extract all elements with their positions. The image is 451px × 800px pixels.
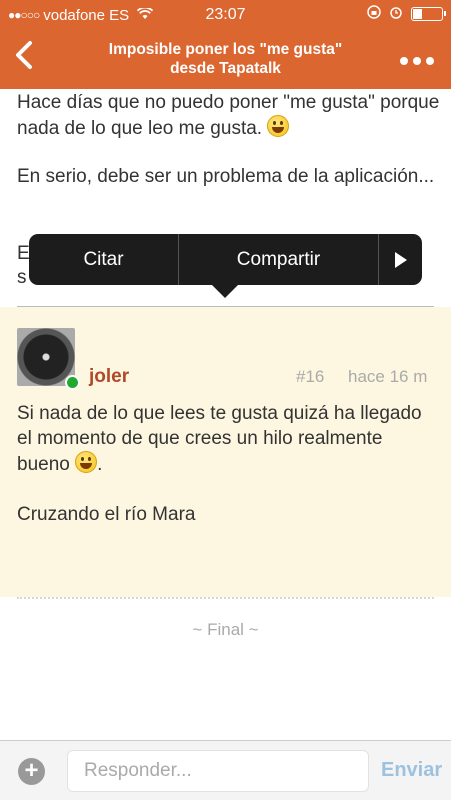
post-body-end: . (97, 454, 103, 475)
reply-bar: + Enviar (0, 740, 451, 800)
thread-title-line2: desde Tapatalk (170, 60, 281, 77)
quote-menu-item[interactable]: Citar (29, 234, 179, 285)
battery-icon (411, 6, 446, 21)
send-button[interactable]: Enviar (381, 759, 442, 782)
post-time: hace 16 m (348, 367, 428, 386)
context-menu: Citar Compartir (29, 234, 422, 285)
grin-emoji-icon (267, 115, 290, 137)
post-body: Si nada de lo que lees te gusta quizá ha… (17, 401, 436, 552)
previous-post-partial-line1: E (17, 243, 30, 264)
grin-emoji-icon (75, 451, 98, 473)
thread-end-label: ~ Final ~ (192, 620, 259, 639)
status-icons (367, 5, 446, 22)
online-status-icon (65, 375, 80, 390)
previous-post-paragraph1: Hace días que no puedo poner "me gusta" … (17, 92, 440, 139)
dotted-divider (17, 597, 434, 599)
previous-post-partial-line2: s (17, 267, 27, 288)
previous-post-body: Hace días que no puedo poner "me gusta" … (17, 91, 441, 213)
next-menu-arrow[interactable] (379, 234, 422, 285)
previous-post-paragraph2: En serio, debe ser un problema de la apl… (17, 166, 435, 187)
previous-post-partial: E s (17, 242, 30, 290)
status-bar: ●●○○○ vodafone ES 23:07 (8, 5, 446, 25)
reply-input[interactable] (67, 750, 369, 792)
post-number: #16 (296, 367, 325, 386)
thread-title: Imposible poner los "me gusta" desde Tap… (70, 40, 381, 78)
post-signature: Cruzando el río Mara (17, 504, 196, 525)
rotation-lock-icon (367, 5, 381, 22)
more-options-button[interactable] (399, 46, 435, 72)
add-attachment-button[interactable]: + (18, 758, 45, 785)
thread-title-line1: Imposible poner los "me gusta" (108, 41, 343, 58)
play-arrow-icon (394, 251, 407, 268)
alarm-icon (389, 5, 403, 22)
header-bar: ●●○○○ vodafone ES 23:07 Imposible poner … (0, 0, 451, 89)
post-username[interactable]: joler (89, 366, 129, 388)
back-button[interactable] (14, 40, 34, 76)
share-menu-item[interactable]: Compartir (179, 234, 379, 285)
context-menu-pointer (212, 285, 238, 298)
